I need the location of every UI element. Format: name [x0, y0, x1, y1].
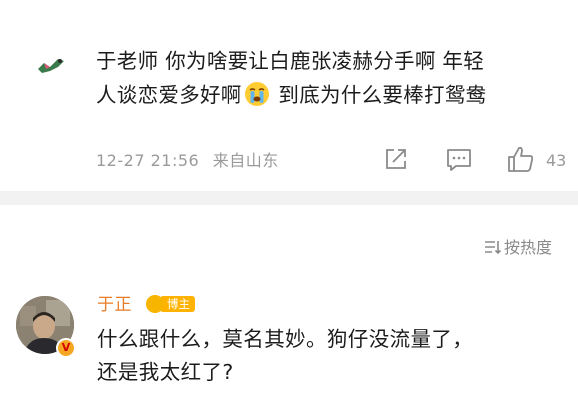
- like-count: 43: [546, 151, 567, 170]
- reply-author-name[interactable]: 于正: [97, 294, 132, 316]
- like-icon[interactable]: [507, 145, 535, 173]
- verified-badge-icon: [56, 338, 76, 358]
- comment-location: 来自山东: [212, 151, 279, 170]
- weibo-comment-page: 于老师 你为啥要让白鹿张凌赫分手啊 年轻 人谈恋爱多好啊 到底为什么要棒打鸳鸯 …: [0, 0, 578, 401]
- comment-timestamp: 12-27 21:56: [96, 151, 200, 170]
- commenter-avatar[interactable]: [36, 55, 66, 75]
- comment-line-1: 于老师 你为啥要让白鹿张凌赫分手啊 年轻: [96, 49, 485, 73]
- comment-card: 于老师 你为啥要让白鹿张凌赫分手啊 年轻 人谈恋爱多好啊 到底为什么要棒打鸳鸯 …: [0, 0, 578, 191]
- comment-meta: 12-27 21:56 来自山东: [96, 148, 287, 174]
- comment-line-2-start: 人谈恋爱多好啊: [96, 83, 242, 107]
- reply-line-2: 还是我太红了?: [97, 360, 234, 384]
- comment-icon[interactable]: [446, 148, 472, 172]
- sort-label: 按热度: [504, 238, 553, 257]
- host-badge: 博主: [146, 294, 195, 314]
- crown-icon: [146, 295, 164, 313]
- comment-line-2-end: 到底为什么要棒打鸳鸯: [271, 83, 487, 107]
- reply-body: 什么跟什么，莫名其妙。狗仔没流量了， 还是我太红了?: [97, 323, 567, 389]
- reply-line-1: 什么跟什么，莫名其妙。狗仔没流量了，: [97, 327, 474, 351]
- crying-face-icon: [244, 82, 269, 106]
- section-divider: [0, 191, 578, 205]
- share-icon[interactable]: [384, 147, 408, 171]
- sort-icon: [485, 241, 502, 255]
- comment-body: 于老师 你为啥要让白鹿张凌赫分手啊 年轻 人谈恋爱多好啊 到底为什么要棒打鸳鸯: [96, 44, 566, 112]
- host-badge-label: 博主: [160, 296, 195, 312]
- sort-by-hot-button[interactable]: 按热度: [484, 236, 552, 260]
